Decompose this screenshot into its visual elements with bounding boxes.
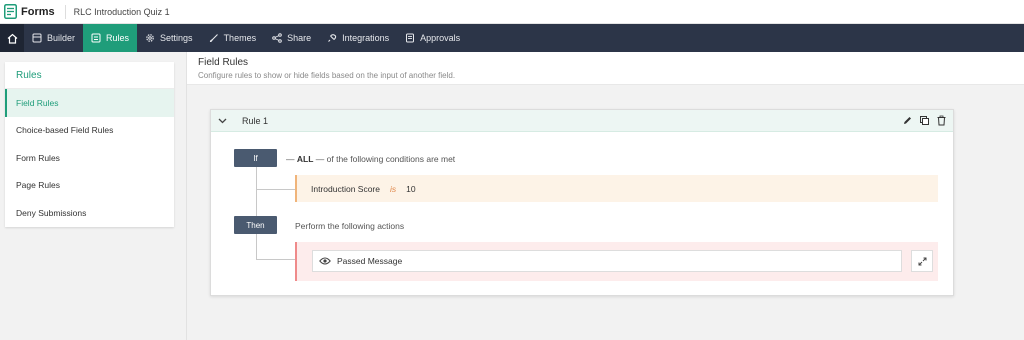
action-label: Passed Message bbox=[337, 256, 403, 266]
tab-settings[interactable]: Settings bbox=[137, 24, 201, 52]
sidebar-title: Rules bbox=[5, 62, 174, 89]
app-name: Forms bbox=[21, 5, 55, 18]
then-text: Perform the following actions bbox=[295, 221, 405, 231]
condition-operator: is bbox=[389, 183, 397, 194]
nav-bar: Builder Rules Settings Themes Share Inte… bbox=[0, 24, 1024, 52]
condition-row[interactable]: Introduction Score is 10 bbox=[295, 175, 938, 202]
tab-themes[interactable]: Themes bbox=[201, 24, 265, 52]
action-row: Passed Message bbox=[295, 242, 938, 281]
sidebar-item-form-rules[interactable]: Form Rules bbox=[5, 144, 174, 172]
tab-integrations-label: Integrations bbox=[342, 33, 390, 43]
tab-share-label: Share bbox=[287, 33, 312, 43]
tab-settings-label: Settings bbox=[160, 33, 193, 43]
match-condition-text: — ALL — of the following conditions are … bbox=[286, 154, 455, 164]
rules-sidebar: Rules Field Rules Choice-based Field Rul… bbox=[5, 62, 174, 227]
approvals-icon bbox=[406, 33, 415, 43]
divider bbox=[64, 4, 66, 19]
home-icon bbox=[7, 33, 17, 44]
tab-builder[interactable]: Builder bbox=[24, 24, 83, 52]
expand-icon bbox=[918, 257, 926, 265]
rule-header: Rule 1 bbox=[211, 110, 953, 132]
page-subtitle: Configure rules to show or hide fields b… bbox=[198, 71, 456, 80]
sidebar-item-deny-submissions[interactable]: Deny Submissions bbox=[5, 199, 174, 227]
eye-icon bbox=[319, 257, 331, 265]
action-field[interactable]: Passed Message bbox=[312, 250, 902, 272]
rule-name: Rule 1 bbox=[242, 115, 269, 126]
delete-icon[interactable] bbox=[936, 115, 947, 126]
builder-icon bbox=[32, 33, 42, 43]
condition-value: 10 bbox=[406, 183, 416, 194]
tab-rules-label: Rules bbox=[106, 33, 130, 43]
tab-rules[interactable]: Rules bbox=[83, 24, 138, 52]
rule-actions bbox=[902, 115, 947, 126]
brush-icon bbox=[209, 34, 218, 43]
rule-card: Rule 1 If — ALL — of the following condi… bbox=[210, 109, 954, 296]
chevron-down-icon bbox=[218, 118, 226, 123]
sidebar-item-page-rules[interactable]: Page Rules bbox=[5, 172, 174, 200]
then-badge: Then bbox=[234, 216, 277, 234]
plug-icon bbox=[328, 34, 337, 42]
form-title: RLC Introduction Quiz 1 bbox=[73, 6, 170, 17]
match-type-select[interactable]: ALL bbox=[297, 154, 314, 164]
tab-themes-label: Themes bbox=[223, 33, 257, 43]
forms-logo-icon bbox=[4, 4, 17, 19]
condition-field: Introduction Score bbox=[311, 183, 380, 194]
tab-approvals-label: Approvals bbox=[420, 33, 461, 43]
sidebar-item-field-rules[interactable]: Field Rules bbox=[5, 89, 174, 117]
expand-button[interactable] bbox=[911, 250, 933, 272]
if-badge: If bbox=[234, 149, 277, 167]
match-suffix: — of the following conditions are met bbox=[315, 154, 456, 164]
edit-icon[interactable] bbox=[902, 115, 913, 126]
share-icon bbox=[272, 33, 282, 43]
match-prefix: — bbox=[286, 154, 295, 164]
tree-line-vertical bbox=[256, 167, 257, 259]
home-button[interactable] bbox=[0, 24, 24, 52]
tab-integrations[interactable]: Integrations bbox=[319, 24, 397, 52]
collapse-button[interactable] bbox=[211, 118, 233, 124]
app-logo[interactable]: Forms bbox=[0, 0, 55, 24]
tree-line-action bbox=[256, 259, 295, 260]
main-content: Field Rules Configure rules to show or h… bbox=[186, 52, 1024, 340]
top-bar: Forms RLC Introduction Quiz 1 bbox=[0, 0, 1024, 24]
tab-approvals[interactable]: Approvals bbox=[397, 24, 468, 52]
tab-share[interactable]: Share bbox=[264, 24, 319, 52]
tree-line-condition bbox=[256, 189, 295, 190]
tab-builder-label: Builder bbox=[47, 33, 76, 43]
duplicate-icon[interactable] bbox=[919, 115, 930, 126]
page-title: Field Rules bbox=[198, 57, 249, 68]
sidebar-item-choice-based-field-rules[interactable]: Choice-based Field Rules bbox=[5, 117, 174, 145]
gear-icon bbox=[146, 34, 154, 42]
rules-icon bbox=[91, 33, 101, 43]
page-header: Field Rules Configure rules to show or h… bbox=[187, 52, 1024, 85]
